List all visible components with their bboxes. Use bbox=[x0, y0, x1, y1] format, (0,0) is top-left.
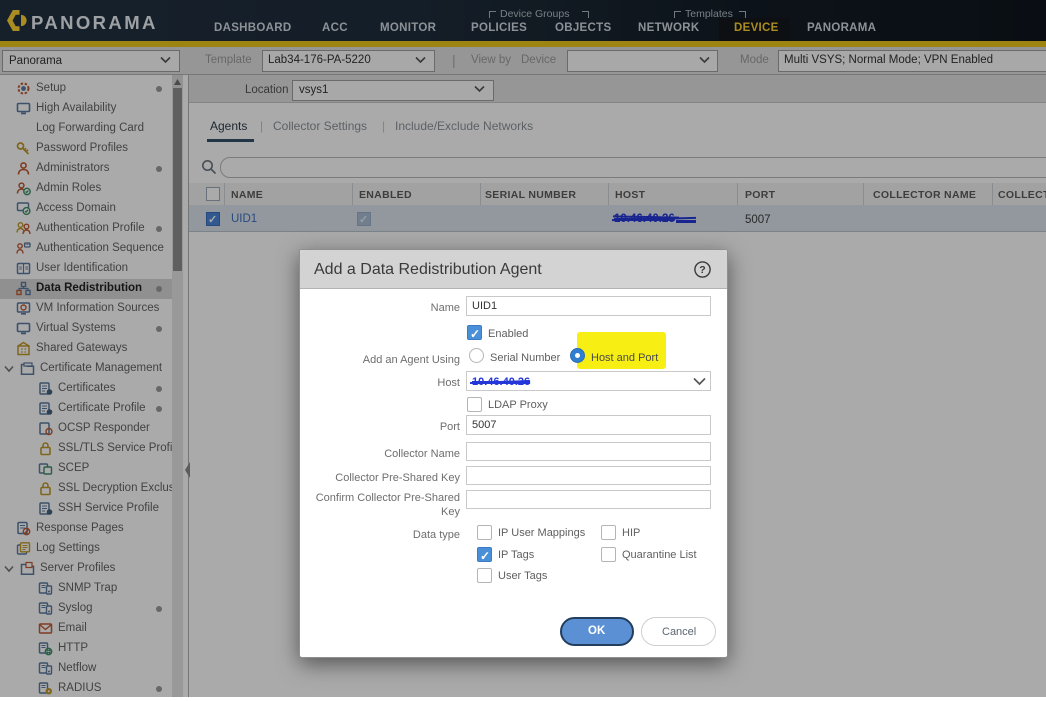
svg-text:?: ? bbox=[699, 264, 705, 276]
